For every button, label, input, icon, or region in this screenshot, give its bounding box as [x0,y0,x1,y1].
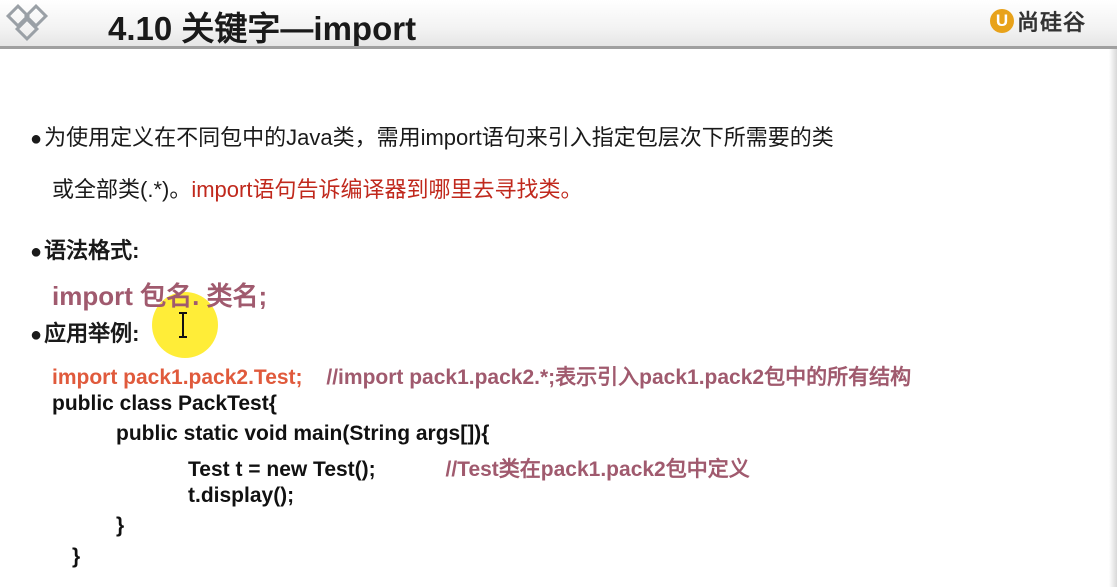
bullet-1-line-2: 或全部类(.*)。import语句告诉编译器到哪里去寻找类。 [52,177,583,202]
brand-text: 尚硅谷 [1017,10,1087,35]
header-divider [0,46,1117,49]
code-line-6: } [116,514,125,537]
import-statement: import pack1.pack2.Test; [52,366,303,389]
code-line-1: import pack1.pack2.Test; //import pack1.… [52,361,911,391]
slide-header: 4.10 关键字—import U 尚硅谷 [0,0,1117,47]
code-line-3: public static void main(String args[]){ [116,422,490,445]
bullet-dot: ● [30,128,43,150]
code-statement: Test t = new Test(); [188,458,376,481]
code-line-5: t.display(); [188,484,295,507]
bullet-3-heading: ●应用举例: [30,321,140,346]
brand-logo: U 尚硅谷 [990,6,1086,36]
code-line-7: } [72,545,81,568]
bullet-dot: ● [30,324,43,346]
bullet-dot: ● [30,241,43,263]
import-comment: //import pack1.pack2.*;表示引入pack1.pack2包中… [326,366,912,389]
syntax-example: import 包名. 类名; [52,281,268,311]
bullet-2-heading: ●语法格式: [30,238,140,263]
text-cursor-icon [179,312,187,338]
diamond-logo-icon [5,3,49,42]
code-line-4: Test t = new Test(); //Test类在pack1.pack2… [188,453,750,483]
bullet-1-emphasis: import语句告诉编译器到哪里去寻找类。 [191,177,583,202]
bullet-1-line-1: ●为使用定义在不同包中的Java类，需用import语句来引入指定包层次下所需要… [30,125,834,150]
code-comment: //Test类在pack1.pack2包中定义 [445,458,750,481]
page-title: 4.10 关键字—import [108,10,417,47]
slide-edge-shadow [1109,49,1117,587]
code-line-2: public class PackTest{ [52,392,277,415]
brand-u-icon: U [990,9,1014,33]
